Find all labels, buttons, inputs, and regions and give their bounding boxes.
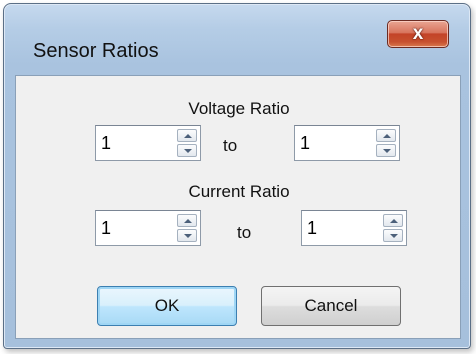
voltage-to-label: to <box>223 136 238 155</box>
chevron-up-icon[interactable] <box>383 214 403 227</box>
current-from-spinner[interactable]: 1 <box>95 210 201 246</box>
current-to-spinner[interactable]: 1 <box>301 210 407 246</box>
current-to-label: to <box>237 223 252 242</box>
current-to-value[interactable]: 1 <box>307 218 317 239</box>
chevron-down-icon[interactable] <box>383 229 403 242</box>
ok-button[interactable]: OK <box>97 286 237 326</box>
dialog-title: Sensor Ratios <box>33 40 159 62</box>
cancel-button[interactable]: Cancel <box>261 286 401 326</box>
current-from-spin-arrows <box>177 214 197 242</box>
voltage-from-spin-arrows <box>177 129 197 157</box>
close-icon: x <box>412 23 424 44</box>
close-button[interactable]: x <box>387 20 449 48</box>
current-ratio-label: Current Ratio <box>188 182 290 201</box>
voltage-to-spin-arrows <box>376 129 396 157</box>
dialog-window: Sensor Ratios x Voltage Ratio 1 to 1 Cur… <box>3 3 471 349</box>
voltage-from-value[interactable]: 1 <box>101 133 111 154</box>
voltage-ratio-label: Voltage Ratio <box>188 99 290 118</box>
voltage-to-value[interactable]: 1 <box>300 133 310 154</box>
chevron-up-icon[interactable] <box>376 129 396 142</box>
current-from-value[interactable]: 1 <box>101 218 111 239</box>
voltage-from-spinner[interactable]: 1 <box>95 125 201 161</box>
chevron-up-icon[interactable] <box>177 129 197 142</box>
current-to-spin-arrows <box>383 214 403 242</box>
chevron-down-icon[interactable] <box>177 229 197 242</box>
chevron-down-icon[interactable] <box>376 144 396 157</box>
chevron-up-icon[interactable] <box>177 214 197 227</box>
dialog-client-area: Voltage Ratio 1 to 1 Current Ratio 1 to … <box>15 75 461 339</box>
voltage-to-spinner[interactable]: 1 <box>294 125 400 161</box>
chevron-down-icon[interactable] <box>177 144 197 157</box>
